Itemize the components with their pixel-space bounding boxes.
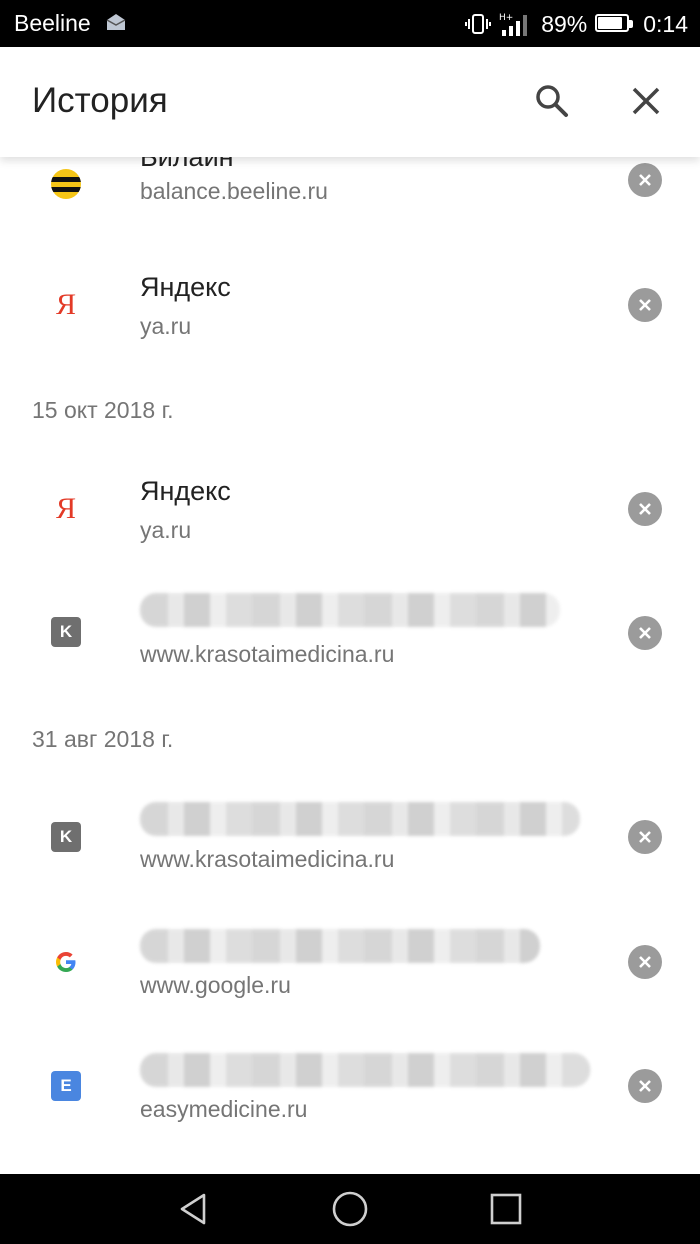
close-button[interactable] xyxy=(622,77,670,125)
recents-button[interactable] xyxy=(484,1187,528,1231)
k-letter-icon: K xyxy=(50,821,82,853)
k-letter-icon: K xyxy=(50,616,82,648)
favicon-letter: Я xyxy=(55,288,76,321)
close-icon xyxy=(632,87,660,115)
delete-button[interactable] xyxy=(628,288,662,322)
page-title: История xyxy=(32,81,168,120)
navigation-bar xyxy=(0,1174,700,1244)
delete-button[interactable] xyxy=(628,616,662,650)
delete-button[interactable] xyxy=(628,163,662,197)
redacted-title xyxy=(140,593,560,627)
redacted-title xyxy=(140,929,540,963)
close-icon xyxy=(639,299,651,311)
close-icon xyxy=(639,503,651,515)
google-icon xyxy=(50,946,82,978)
battery-icon xyxy=(595,14,635,34)
close-icon xyxy=(639,1080,651,1092)
history-item[interactable]: www.google.ru xyxy=(0,909,700,1019)
clock: 0:14 xyxy=(643,10,688,37)
search-button[interactable] xyxy=(528,77,576,125)
history-list: Билайн balance.beeline.ru Я Яндекс ya.ru… xyxy=(0,157,700,1174)
home-icon xyxy=(332,1191,368,1227)
network-type-label: H+ xyxy=(499,13,513,23)
signal-icon: H+ xyxy=(499,13,528,36)
status-icons: H+ 89% 0:14 xyxy=(465,10,688,38)
close-icon xyxy=(639,956,651,968)
item-title: Яндекс xyxy=(140,476,231,506)
item-url: easymedicine.ru xyxy=(140,1096,308,1122)
home-button[interactable] xyxy=(328,1187,372,1231)
e-letter-icon: E xyxy=(50,1070,82,1102)
date-header: 31 авг 2018 г. xyxy=(32,726,174,752)
search-icon xyxy=(536,85,568,117)
delete-button[interactable] xyxy=(628,820,662,854)
favicon-letter: E xyxy=(51,1071,81,1101)
redacted-title xyxy=(140,1053,590,1087)
item-url: ya.ru xyxy=(140,313,192,339)
yandex-icon: Я xyxy=(50,288,82,321)
app-bar: История xyxy=(0,47,700,157)
carrier-name: Beeline xyxy=(14,10,91,36)
history-item[interactable]: K www.krasotaimedicina.ru xyxy=(0,784,700,894)
history-item[interactable]: K www.krasotaimedicina.ru xyxy=(0,583,700,693)
favicon-letter: Я xyxy=(55,492,76,525)
history-item[interactable]: Я Яндекс ya.ru xyxy=(0,255,700,365)
close-icon xyxy=(639,831,651,843)
history-item[interactable]: E easymedicine.ru xyxy=(0,1033,700,1143)
item-url: www.krasotaimedicina.ru xyxy=(140,641,395,667)
back-button[interactable] xyxy=(172,1187,216,1231)
close-icon xyxy=(639,627,651,639)
close-icon xyxy=(639,174,651,186)
yandex-icon: Я xyxy=(50,492,82,525)
item-title: Яндекс xyxy=(140,272,231,302)
redacted-title xyxy=(140,802,580,836)
battery-percent: 89% xyxy=(541,10,588,37)
history-item[interactable]: Билайн balance.beeline.ru xyxy=(0,157,700,255)
mail-icon xyxy=(106,14,126,30)
delete-button[interactable] xyxy=(628,492,662,526)
date-header: 15 окт 2018 г. xyxy=(32,397,174,423)
item-title: Билайн xyxy=(140,157,234,172)
item-url: www.krasotaimedicina.ru xyxy=(140,846,395,872)
item-url: ya.ru xyxy=(140,517,192,543)
history-item[interactable]: Я Яндекс ya.ru xyxy=(0,459,700,569)
delete-button[interactable] xyxy=(628,1069,662,1103)
vibrate-icon xyxy=(465,14,492,34)
recents-icon xyxy=(490,1193,522,1225)
beeline-icon xyxy=(50,168,82,200)
favicon-letter: K xyxy=(51,617,81,647)
item-url: balance.beeline.ru xyxy=(140,178,328,204)
favicon-letter: K xyxy=(51,822,81,852)
delete-button[interactable] xyxy=(628,945,662,979)
back-icon xyxy=(180,1193,206,1225)
status-bar: Beeline H+ 89% 0:14 xyxy=(0,0,700,47)
item-url: www.google.ru xyxy=(140,972,291,998)
